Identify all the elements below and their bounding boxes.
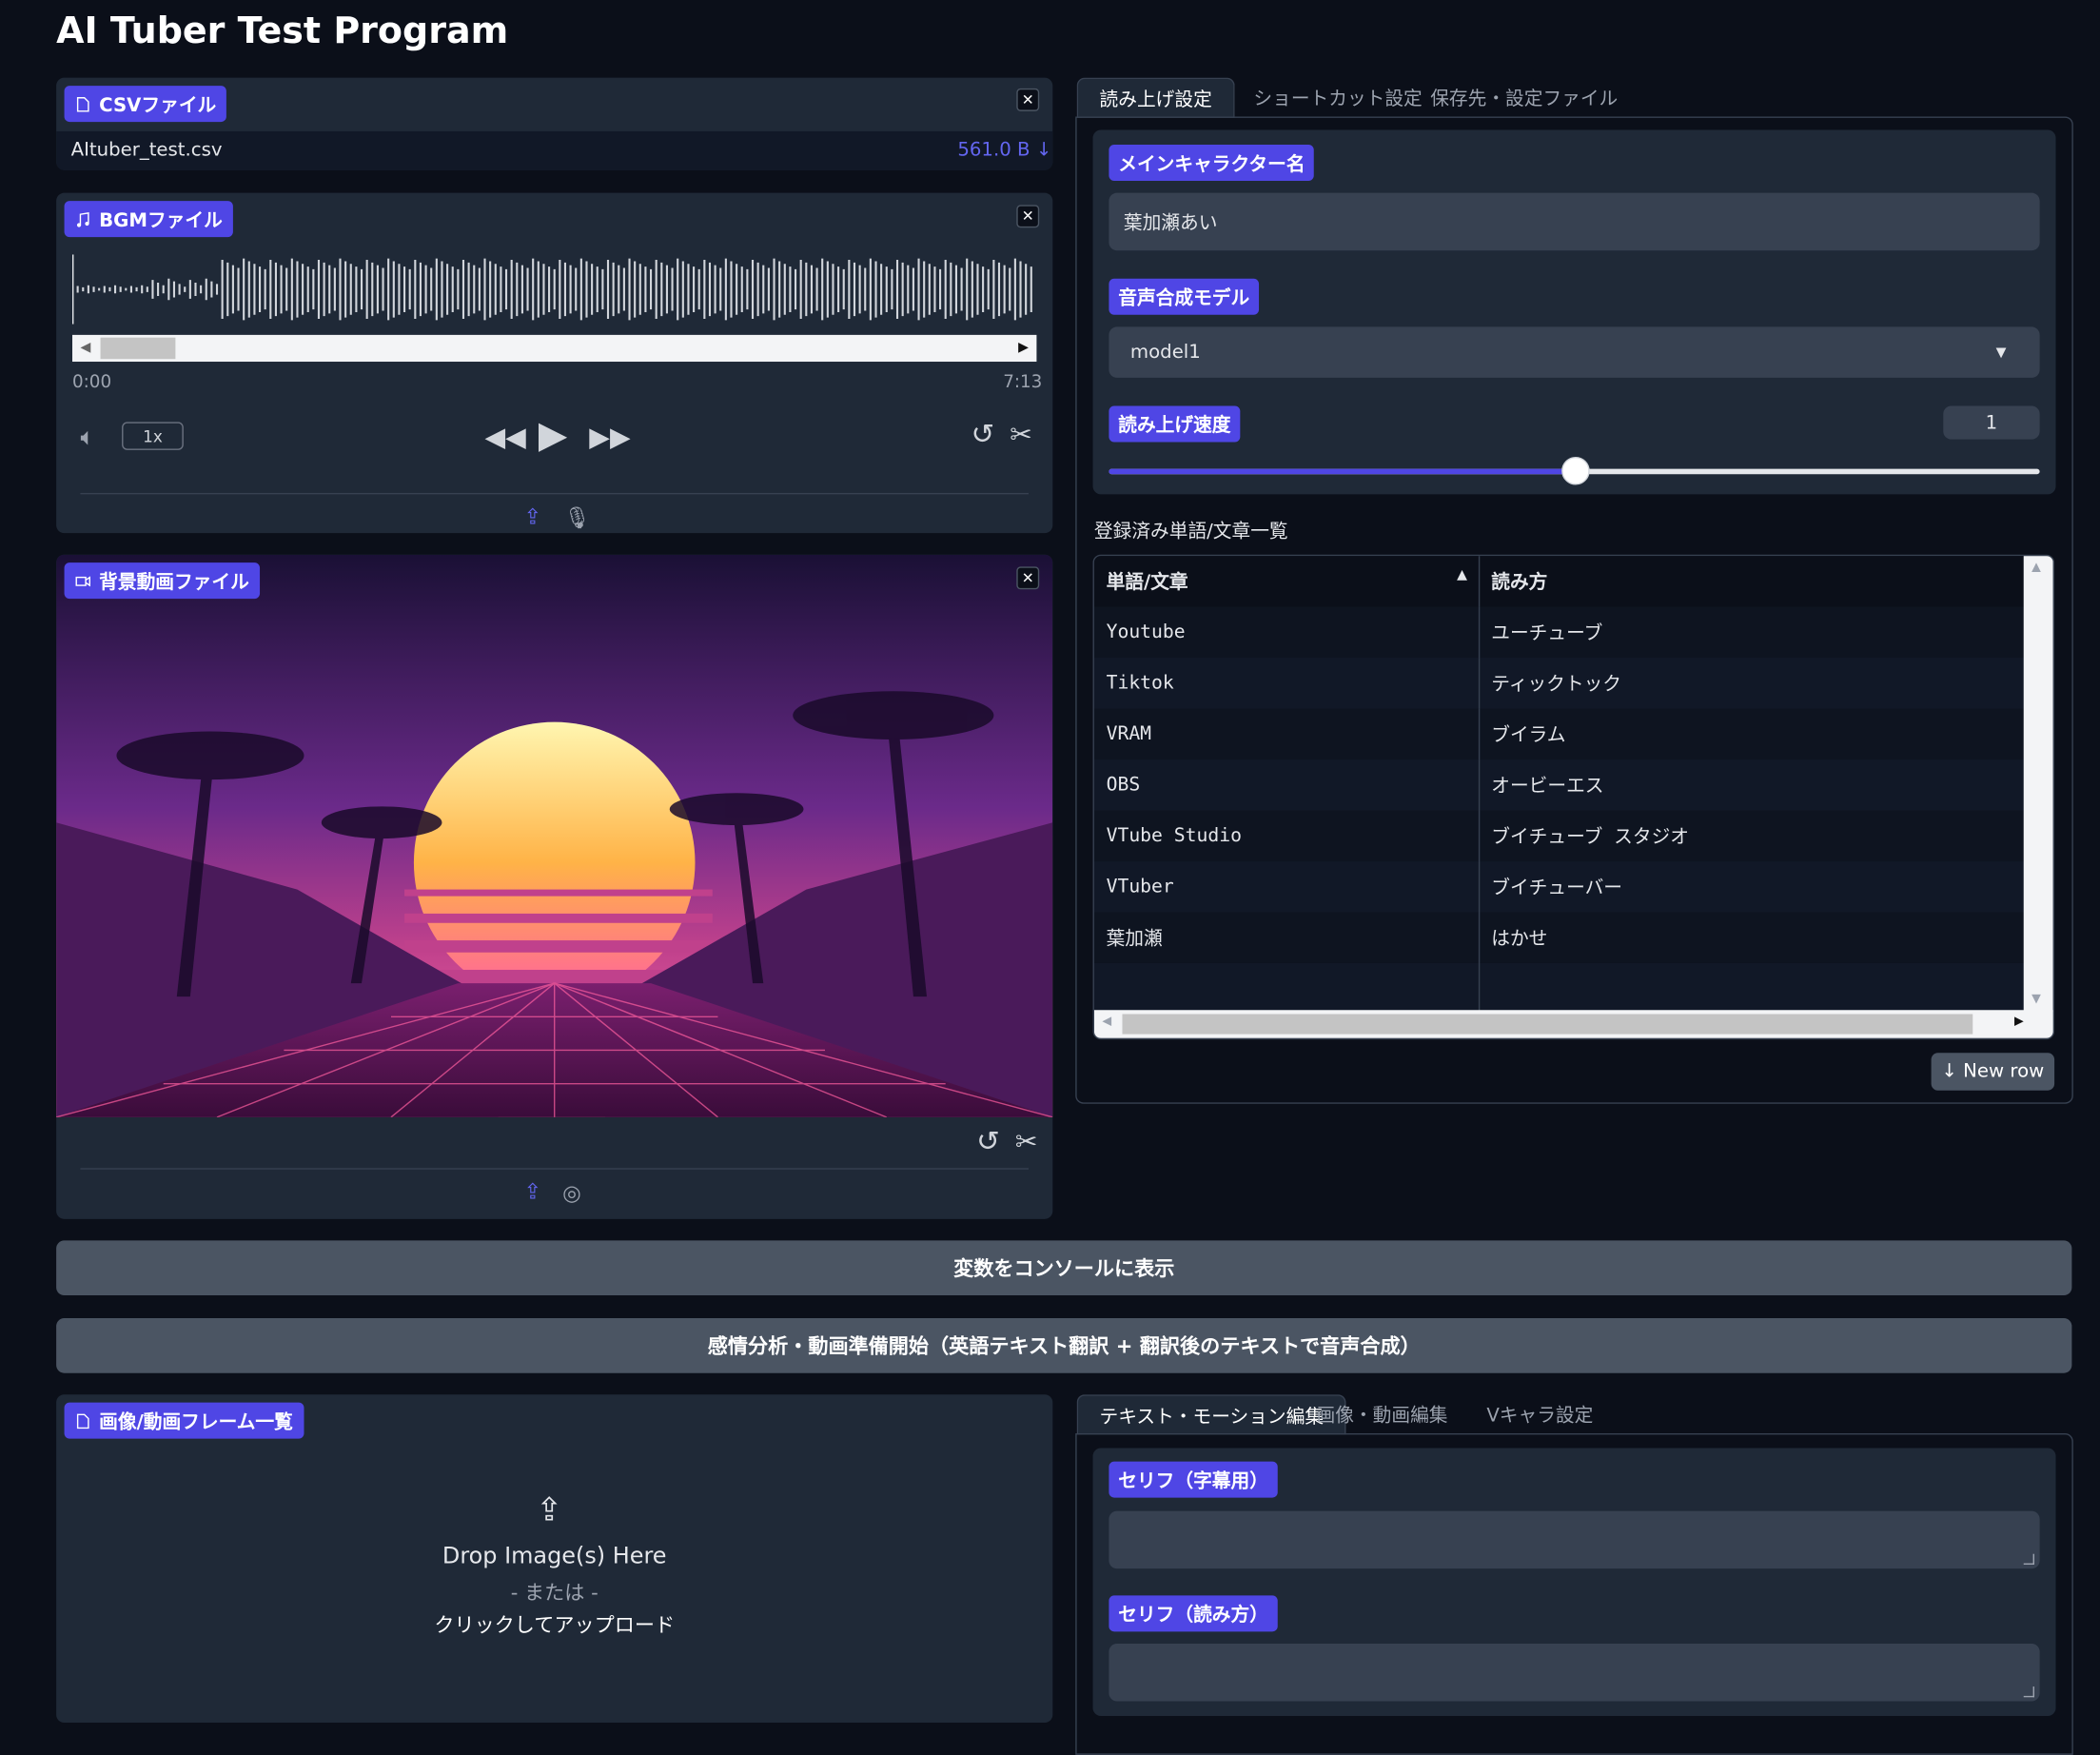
start-analysis-button[interactable]: 感情分析・動画準備開始（英語テキスト翻訳 + 翻訳後のテキストで音声合成） (56, 1317, 2072, 1373)
cell-word[interactable]: VTuber (1093, 861, 1480, 913)
audio-waveform[interactable] (72, 254, 1036, 325)
cell-reading[interactable] (1478, 962, 2053, 1015)
video-clear-button[interactable]: ✕ (1016, 566, 1040, 590)
voice-model-select[interactable]: model1 ▼ (1109, 326, 2040, 378)
webcam-icon[interactable]: ◎ (562, 1180, 581, 1206)
scissors-icon[interactable]: ✂ (1015, 1125, 1038, 1157)
csv-download-link[interactable]: 561.0 B ↓ (957, 139, 1051, 161)
table-row[interactable]: Tiktok ティックトック (1093, 658, 2053, 709)
table-horizontal-scrollbar[interactable]: ◀ ▶ (1093, 1010, 2053, 1038)
rewind-icon[interactable]: ◀◀ (485, 421, 526, 453)
reading-speed-number[interactable]: 1 (1943, 405, 2040, 440)
bgm-clear-button[interactable]: ✕ (1016, 205, 1040, 228)
cell-word[interactable]: OBS (1093, 759, 1480, 811)
playback-speed-button[interactable]: 1x (122, 422, 184, 450)
time-start: 0:00 (72, 372, 112, 393)
bgm-file-label: BGMファイル (64, 201, 234, 238)
reading-speed-slider[interactable] (1109, 456, 2040, 485)
new-row-button[interactable]: ↓ New row (1931, 1053, 2055, 1091)
tab-save-settings[interactable]: 保存先・設定ファイル (1409, 78, 1639, 118)
volume-icon[interactable]: 🔈︎ (80, 424, 94, 452)
csv-clear-button[interactable]: ✕ (1016, 88, 1040, 111)
table-vertical-scrollbar[interactable]: ▲ ▼ (2023, 556, 2053, 1012)
cell-reading[interactable]: ユーチューブ (1478, 606, 2053, 659)
table-row-empty[interactable] (1093, 962, 2053, 1015)
tab-vchara-settings[interactable]: Vキャラ設定 (1465, 1394, 1615, 1434)
cell-reading[interactable]: ブイチューバー (1478, 861, 2053, 913)
csv-file-panel: CSVファイル ✕ AItuber_test.csv 561.0 B ↓ (56, 77, 1053, 170)
page-title: AI Tuber Test Program (56, 10, 509, 52)
upload-icon[interactable]: ⇪ (523, 503, 541, 529)
file-icon (76, 96, 89, 111)
background-video-panel: 背景動画ファイル ✕ ↺ ✂ ⇪ ◎ (56, 554, 1053, 1219)
word-table[interactable]: 単語/文章 ▲ 読み方 Youtube ユーチューブ Tiktok ティックトック VRA… (1092, 554, 2055, 1040)
video-file-label: 背景動画ファイル (64, 562, 261, 600)
table-row[interactable]: Youtube ユーチューブ (1093, 606, 2053, 659)
cell-word[interactable]: VTube Studio (1093, 810, 1480, 862)
table-row[interactable]: VTuber ブイチューバー (1093, 861, 2053, 913)
fast-forward-icon[interactable]: ▶▶ (589, 421, 630, 453)
cell-word[interactable]: VRAM (1093, 708, 1480, 760)
subtitle-serif-label: セリフ（字幕用） (1109, 1461, 1278, 1498)
video-icon (75, 575, 91, 586)
subtitle-serif-input[interactable] (1109, 1510, 2040, 1569)
upload-icon: ⇪ (536, 1490, 563, 1528)
column-header-word[interactable]: 単語/文章 ▲ (1093, 556, 1480, 607)
undo-icon[interactable]: ↺ (971, 418, 994, 450)
microphone-icon[interactable]: 🎙︎ (564, 505, 592, 531)
cell-reading[interactable]: ティックトック (1478, 658, 2053, 709)
reading-speed-label: 読み上げ速度 (1109, 405, 1241, 443)
upload-icon[interactable]: ⇪ (523, 1179, 541, 1205)
or-text: - または - (510, 1580, 599, 1606)
click-upload-text: クリックしてアップロード (434, 1612, 676, 1637)
csv-filename: AItuber_test.csv (70, 139, 223, 161)
scissors-icon[interactable]: ✂ (1010, 418, 1032, 450)
cell-reading[interactable]: オービーエス (1478, 759, 2053, 811)
cell-reading[interactable]: はかせ (1478, 912, 2053, 963)
cell-word[interactable]: Tiktok (1093, 658, 1480, 709)
cell-word[interactable] (1093, 962, 1480, 1015)
voice-model-value: model1 (1129, 341, 1201, 364)
column-header-reading[interactable]: 読み方 (1478, 556, 2053, 607)
show-variables-button[interactable]: 変数をコンソールに表示 (56, 1240, 2072, 1296)
tab-reading-settings[interactable]: 読み上げ設定 (1076, 77, 1235, 118)
main-character-input[interactable]: 葉加瀬あい (1109, 192, 2040, 251)
time-end: 7:13 (1003, 372, 1043, 393)
chevron-down-icon: ▼ (1995, 345, 2007, 360)
table-row[interactable]: 葉加瀬 はかせ (1093, 912, 2053, 963)
cell-word[interactable]: 葉加瀬 (1093, 912, 1480, 963)
frames-label: 画像/動画フレーム一覧 (64, 1402, 304, 1439)
file-icon (76, 1412, 89, 1429)
music-icon (76, 211, 89, 227)
bgm-audio-panel: BGMファイル ✕ ◀ ▶ 0:00 7:13 🔈︎ 1x ◀◀ ▶ ▶▶ ↺ … (56, 192, 1053, 534)
frames-upload-panel[interactable]: 画像/動画フレーム一覧 ⇪ Drop Image(s) Here - または -… (56, 1394, 1053, 1724)
cell-word[interactable]: Youtube (1093, 606, 1480, 659)
undo-icon[interactable]: ↺ (976, 1125, 1000, 1157)
table-row[interactable]: VTube Studio ブイチューブ スタジオ (1093, 810, 2053, 862)
csv-file-label: CSVファイル (64, 86, 227, 123)
table-row[interactable]: OBS オービーエス (1093, 759, 2053, 811)
drop-text: Drop Image(s) Here (442, 1543, 667, 1570)
video-preview[interactable] (56, 554, 1053, 1117)
tab-image-video-edit[interactable]: 画像・動画編集 (1295, 1394, 1469, 1434)
table-row[interactable]: VRAM ブイラム (1093, 708, 2053, 760)
reading-serif-label: セリフ（読み方） (1109, 1595, 1278, 1632)
reading-serif-input[interactable] (1109, 1644, 2040, 1702)
voice-model-label: 音声合成モデル (1109, 278, 1260, 315)
main-character-label: メインキャラクター名 (1109, 145, 1315, 182)
word-list-title: 登録済み単語/文章一覧 (1093, 521, 1288, 543)
waveform-scrollbar[interactable]: ◀ ▶ (72, 334, 1037, 363)
play-icon[interactable]: ▶ (539, 413, 567, 457)
cell-reading[interactable]: ブイラム (1478, 708, 2053, 760)
sort-asc-icon[interactable]: ▲ (1457, 568, 1467, 582)
slider-handle[interactable] (1560, 456, 1589, 485)
cell-reading[interactable]: ブイチューブ スタジオ (1478, 810, 2053, 862)
